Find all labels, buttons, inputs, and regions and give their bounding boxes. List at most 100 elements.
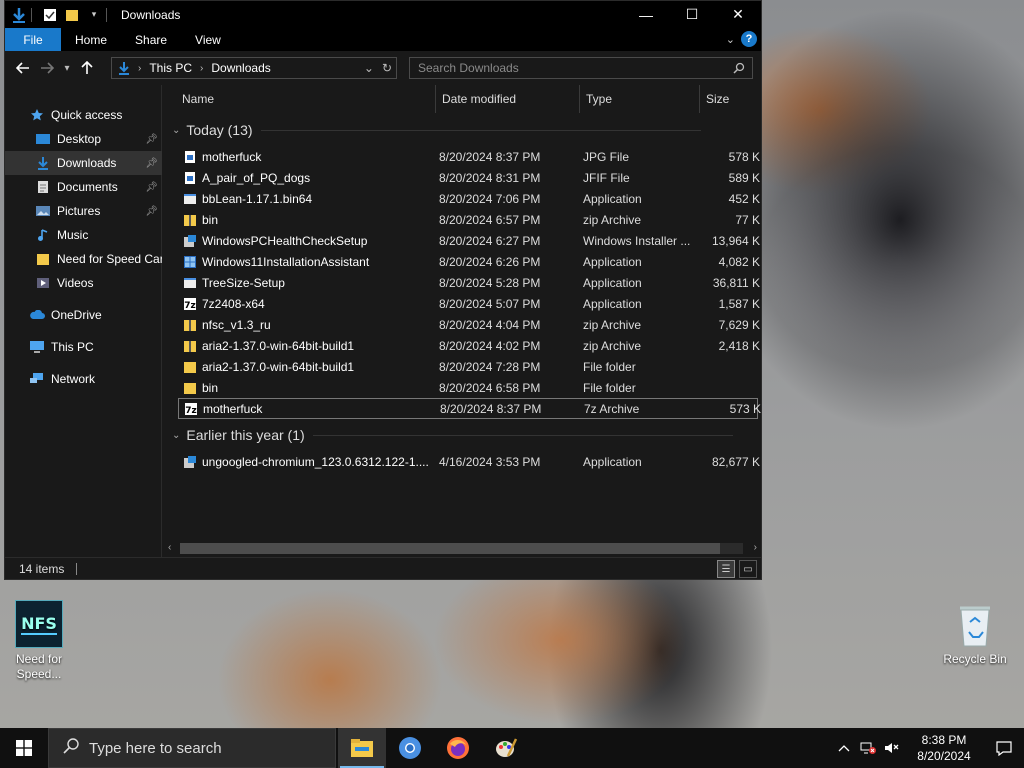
up-button[interactable] bbox=[75, 56, 99, 80]
forward-arrow-icon bbox=[41, 62, 54, 74]
close-button[interactable]: ✕ bbox=[715, 1, 761, 28]
file-row[interactable]: ungoogled-chromium_123.0.6312.122-1.... 4… bbox=[178, 451, 760, 472]
group-header-today[interactable]: ⌄ Today (13) bbox=[172, 122, 701, 138]
maximize-button[interactable]: ☐ bbox=[669, 1, 715, 28]
taskbar-chromium[interactable] bbox=[386, 728, 434, 768]
sidebar-item-pictures[interactable]: Pictures 📌︎ bbox=[5, 199, 162, 223]
file-row[interactable]: bin 8/20/2024 6:58 PM File folder bbox=[178, 377, 758, 398]
forward-button[interactable] bbox=[35, 56, 59, 80]
customize-toolbar-icon[interactable]: ▾ bbox=[86, 7, 102, 23]
file-size: 82,677 K bbox=[711, 454, 760, 469]
properties-icon[interactable] bbox=[42, 7, 58, 23]
file-row[interactable]: nfsc_v1.3_ru 8/20/2024 4:04 PM zip Archive… bbox=[178, 314, 760, 335]
sidebar-item-network[interactable]: Network bbox=[5, 367, 162, 391]
new-folder-icon[interactable] bbox=[64, 7, 80, 23]
breadcrumb-this-pc[interactable]: This PC bbox=[149, 61, 192, 75]
group-header-earlier[interactable]: ⌄ Earlier this year (1) bbox=[172, 427, 733, 443]
scroll-right-icon[interactable]: › bbox=[754, 542, 757, 553]
pictures-icon bbox=[35, 203, 51, 219]
taskbar-file-explorer[interactable] bbox=[338, 728, 386, 768]
clock-time: 8:38 PM bbox=[921, 733, 967, 747]
refresh-icon[interactable]: ↻ bbox=[382, 61, 392, 75]
address-bar[interactable]: › This PC › Downloads ⌄ ↻ bbox=[111, 57, 397, 79]
chevron-right-icon[interactable]: › bbox=[138, 63, 141, 74]
sidebar-item-downloads[interactable]: Downloads 📌︎ bbox=[5, 151, 162, 175]
tab-view[interactable]: View bbox=[181, 28, 235, 51]
pin-icon[interactable]: 📌︎ bbox=[145, 206, 158, 217]
chevron-right-icon[interactable]: › bbox=[200, 63, 203, 74]
7z-icon: 7z bbox=[182, 296, 198, 312]
horizontal-scrollbar[interactable]: ‹ › bbox=[162, 540, 761, 557]
tab-share[interactable]: Share bbox=[121, 28, 181, 51]
sidebar-item-videos[interactable]: Videos bbox=[5, 271, 162, 295]
tab-file[interactable]: File bbox=[5, 28, 61, 51]
up-arrow-icon bbox=[81, 61, 93, 74]
pin-icon[interactable]: 📌︎ bbox=[145, 158, 158, 169]
search-input[interactable]: Search Downloads bbox=[409, 57, 753, 79]
expand-ribbon-icon[interactable]: ⌄ bbox=[726, 33, 735, 46]
breadcrumb-downloads[interactable]: Downloads bbox=[211, 61, 270, 75]
file-row[interactable]: bin 8/20/2024 6:57 PM zip Archive 77 K bbox=[178, 209, 760, 230]
desktop-icon-recycle-bin[interactable]: Recycle Bin bbox=[938, 602, 1012, 666]
file-date: 8/20/2024 6:57 PM bbox=[439, 212, 541, 227]
scroll-left-icon[interactable]: ‹ bbox=[168, 542, 171, 553]
file-type: Application bbox=[583, 454, 642, 469]
show-hidden-icons-icon[interactable] bbox=[832, 744, 856, 752]
svg-text:7z: 7z bbox=[185, 406, 197, 416]
download-icon[interactable] bbox=[11, 7, 27, 23]
desktop-icon-need-for-speed[interactable]: NFS Need for Speed... bbox=[3, 600, 75, 682]
chevron-down-icon[interactable]: ⌄ bbox=[364, 61, 374, 75]
navigation-pane: Quick access Desktop 📌︎ Downloads 📌︎ Doc… bbox=[5, 85, 162, 557]
sidebar-item-music[interactable]: Music bbox=[5, 223, 162, 247]
minimize-button[interactable]: — bbox=[623, 1, 669, 28]
back-button[interactable] bbox=[11, 56, 35, 80]
large-icons-view-button[interactable]: ▭ bbox=[739, 560, 757, 578]
sidebar-item-need-for-speed[interactable]: Need for Speed Car bbox=[5, 247, 162, 271]
separator bbox=[76, 562, 78, 575]
help-button[interactable]: ? bbox=[741, 31, 757, 47]
recent-locations-button[interactable]: ▾ bbox=[59, 56, 75, 80]
download-icon bbox=[119, 62, 129, 75]
sidebar-item-onedrive[interactable]: OneDrive bbox=[5, 303, 162, 327]
tab-home[interactable]: Home bbox=[61, 28, 121, 51]
taskbar: Type here to search 8:38 PM 8/20/2024 bbox=[0, 728, 1024, 768]
taskbar-firefox[interactable] bbox=[434, 728, 482, 768]
column-header-name[interactable]: Name bbox=[176, 85, 436, 113]
file-row[interactable]: aria2-1.37.0-win-64bit-build1 8/20/2024 7… bbox=[178, 356, 758, 377]
column-header-size[interactable]: Size bbox=[700, 85, 762, 113]
clock[interactable]: 8:38 PM 8/20/2024 bbox=[904, 732, 984, 764]
column-header-type[interactable]: Type bbox=[580, 85, 700, 113]
file-row[interactable]: A_pair_of_PQ_dogs 8/20/2024 8:31 PM JFIF F… bbox=[178, 167, 760, 188]
scroll-thumb[interactable] bbox=[180, 543, 720, 554]
svg-text:NFS: NFS bbox=[21, 614, 57, 633]
pin-icon[interactable]: 📌︎ bbox=[145, 134, 158, 145]
file-row[interactable]: Windows11InstallationAssistant 8/20/2024 … bbox=[178, 251, 760, 272]
taskbar-search-input[interactable]: Type here to search bbox=[48, 728, 336, 768]
sidebar-item-desktop[interactable]: Desktop 📌︎ bbox=[5, 127, 162, 151]
file-name: motherfuck bbox=[203, 401, 263, 416]
network-status-icon[interactable] bbox=[856, 741, 880, 755]
file-row[interactable]: TreeSize-Setup 8/20/2024 5:28 PM Applicati… bbox=[178, 272, 760, 293]
sidebar-item-quick-access[interactable]: Quick access bbox=[5, 103, 162, 127]
notification-icon bbox=[996, 741, 1012, 756]
column-header-date-modified[interactable]: Date modified bbox=[436, 85, 580, 113]
file-row[interactable]: bbLean-1.17.1.bin64 8/20/2024 7:06 PM Appl… bbox=[178, 188, 760, 209]
chevron-down-icon[interactable]: ⌄ bbox=[172, 430, 180, 441]
notification-center-button[interactable] bbox=[984, 740, 1024, 756]
file-row[interactable]: aria2-1.37.0-win-64bit-build1 8/20/2024 4… bbox=[178, 335, 760, 356]
title-bar[interactable]: ▾ Downloads — ☐ ✕ bbox=[5, 1, 761, 28]
volume-icon[interactable] bbox=[880, 741, 904, 755]
zip-icon bbox=[182, 317, 198, 333]
chevron-down-icon[interactable]: ⌄ bbox=[172, 125, 180, 136]
file-row[interactable]: 7z motherfuck 8/20/2024 8:37 PM 7z Archive 5… bbox=[178, 398, 761, 419]
sidebar-item-this-pc[interactable]: This PC bbox=[5, 335, 162, 359]
pin-icon[interactable]: 📌︎ bbox=[145, 182, 158, 193]
taskbar-paint[interactable] bbox=[482, 728, 530, 768]
file-row[interactable]: motherfuck 8/20/2024 8:37 PM JPG File 578 K bbox=[178, 146, 760, 167]
file-row[interactable]: WindowsPCHealthCheckSetup 8/20/2024 6:27 … bbox=[178, 230, 760, 251]
start-button[interactable] bbox=[0, 728, 48, 768]
details-view-button[interactable]: ☰ bbox=[717, 560, 735, 578]
file-row[interactable]: 7z 7z2408-x64 8/20/2024 5:07 PM Application… bbox=[178, 293, 760, 314]
sidebar-item-documents[interactable]: Documents 📌︎ bbox=[5, 175, 162, 199]
